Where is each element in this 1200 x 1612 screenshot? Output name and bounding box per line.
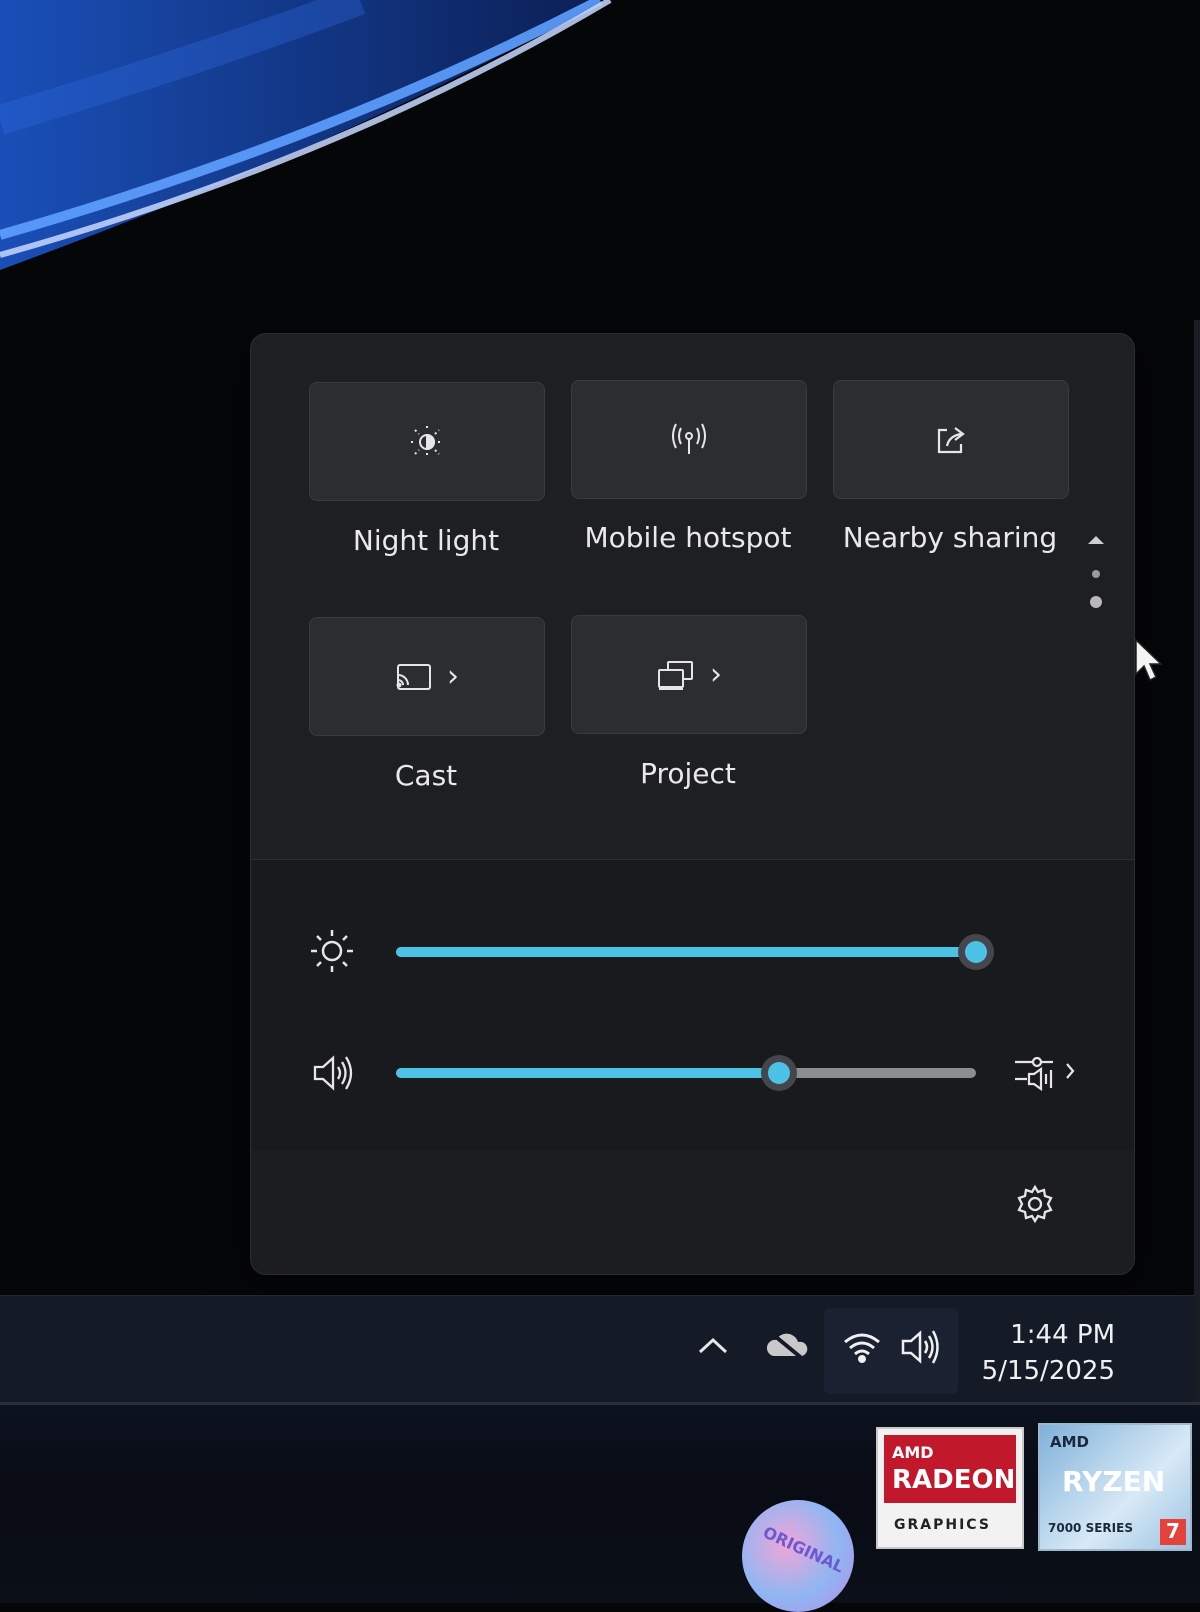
volume-slider[interactable] [396, 1055, 976, 1091]
project-button[interactable]: › [571, 615, 807, 734]
mouse-cursor-icon [1135, 638, 1163, 682]
network-volume-tray-group[interactable] [824, 1308, 958, 1394]
nearby-sharing-button[interactable] [833, 380, 1069, 499]
cast-label: Cast [394, 759, 458, 792]
quick-settings-flyout: Night light Mobile hotspot Nearby sharin… [250, 333, 1135, 1275]
mobile-hotspot-icon [669, 422, 709, 458]
slider-section [251, 860, 1134, 1150]
mobile-hotspot-button[interactable] [571, 380, 807, 499]
night-light-icon [409, 424, 445, 460]
page-indicator[interactable] [1084, 534, 1108, 624]
volume-slider-fill [396, 1068, 779, 1078]
night-light-button[interactable] [309, 382, 545, 501]
brightness-slider-thumb[interactable] [958, 934, 994, 970]
project-icon [656, 659, 696, 691]
settings-gear-icon[interactable] [1015, 1184, 1055, 1224]
flyout-footer [251, 1150, 1134, 1274]
clock-date[interactable]: 5/15/2025 [982, 1356, 1115, 1386]
cast-chevron-icon: › [447, 659, 459, 694]
nearby-sharing-icon [933, 422, 969, 458]
project-chevron-icon: › [710, 657, 722, 692]
cast-icon [395, 661, 433, 693]
onedrive-offline-icon[interactable] [764, 1328, 810, 1366]
amd-radeon-sticker: AMD RADEON GRAPHICS [876, 1427, 1024, 1549]
wifi-icon [842, 1330, 882, 1368]
brightness-slider[interactable] [396, 934, 994, 970]
screen-edge [1194, 320, 1200, 1410]
volume-slider-thumb[interactable] [760, 1055, 797, 1091]
sound-output-selector-icon[interactable] [1013, 1052, 1079, 1092]
taskbar: 1:44 PM 5/15/2025 [0, 1295, 1195, 1403]
chevron-up-icon[interactable] [696, 1334, 730, 1362]
mobile-hotspot-label: Mobile hotspot [584, 521, 792, 554]
brightness-icon [309, 928, 355, 974]
holographic-sticker: ORIGINAL [742, 1500, 854, 1612]
project-label: Project [640, 757, 736, 790]
night-light-label: Night light [352, 524, 500, 557]
nearby-sharing-label: Nearby sharing [842, 521, 1058, 554]
cast-button[interactable]: › [309, 617, 545, 736]
speaker-icon [900, 1328, 942, 1370]
clock-time[interactable]: 1:44 PM [1010, 1320, 1115, 1350]
brightness-slider-fill [396, 947, 976, 957]
volume-icon[interactable] [311, 1053, 355, 1093]
amd-ryzen-sticker: AMD RYZEN 7000 SERIES 7 [1038, 1423, 1192, 1551]
